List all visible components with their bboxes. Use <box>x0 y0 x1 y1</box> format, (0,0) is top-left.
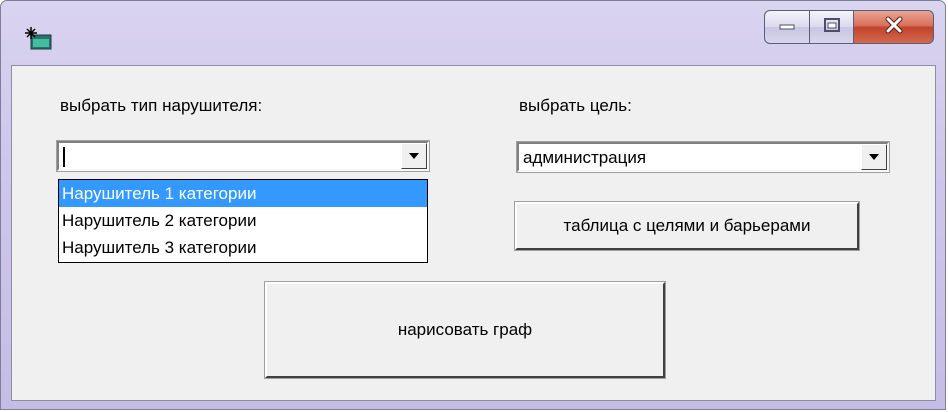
target-dropdown-button[interactable] <box>861 144 887 170</box>
minimize-icon <box>778 18 796 36</box>
target-label: выбрать цель: <box>519 96 632 115</box>
dropdown-option-intruder-2[interactable]: Нарушитель 2 категории <box>59 207 427 234</box>
draw-graph-button[interactable]: нарисовать граф <box>264 281 666 379</box>
text-cursor <box>63 147 65 167</box>
dropdown-option-intruder-3[interactable]: Нарушитель 3 категории <box>59 234 427 261</box>
targets-barriers-table-button[interactable]: таблица с целями и барьерами <box>514 201 860 251</box>
intruder-type-dropdown-list: Нарушитель 1 категории Нарушитель 2 кате… <box>58 179 428 263</box>
maximize-icon <box>823 17 841 38</box>
target-combobox[interactable]: администрация <box>516 141 890 173</box>
minimize-button[interactable] <box>764 10 810 44</box>
dropdown-option-intruder-1[interactable]: Нарушитель 1 категории <box>59 180 427 207</box>
window-controls <box>764 10 934 44</box>
close-icon <box>884 16 904 39</box>
intruder-type-label: выбрать тип нарушителя: <box>60 96 263 115</box>
title-bar[interactable] <box>1 1 945 65</box>
intruder-type-dropdown-button[interactable] <box>401 143 427 169</box>
intruder-type-combobox[interactable] <box>56 140 430 172</box>
chevron-down-icon <box>869 154 879 160</box>
target-value: администрация <box>523 148 647 167</box>
chevron-down-icon <box>409 153 419 159</box>
app-icon <box>25 27 55 51</box>
maximize-button[interactable] <box>810 10 854 44</box>
close-button[interactable] <box>854 10 934 44</box>
